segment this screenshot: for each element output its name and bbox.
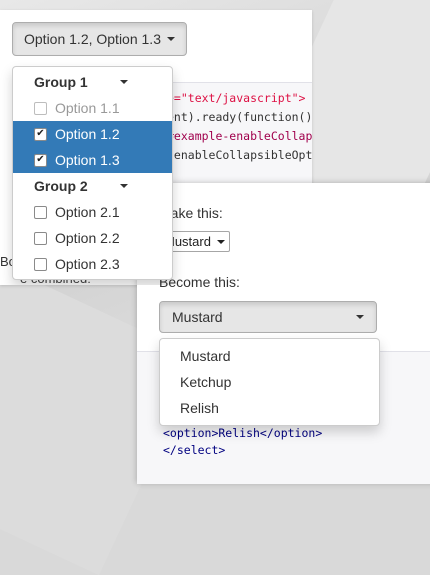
code-line: ent).ready(function()	[167, 110, 312, 124]
checkbox-icon[interactable]	[34, 231, 47, 245]
checkbox-icon[interactable]: ✔	[34, 153, 47, 167]
multiselect-option[interactable]: Option 2.1	[13, 199, 172, 225]
checkbox-icon[interactable]	[34, 257, 47, 271]
multiselect-toggle-button[interactable]: Mustard	[159, 301, 377, 333]
option-group-header[interactable]: Group 2	[13, 173, 172, 199]
multiselect-dropdown-menu: Group 1 Option 1.1 ✔ Option 1.2 ✔ Option 1.3 G…	[12, 66, 173, 280]
code-line: </select>	[163, 443, 226, 457]
multiselect-option: Option 1.1	[13, 95, 172, 121]
dropdown-option[interactable]: Ketchup	[160, 369, 379, 395]
option-group-label: Group 2	[34, 178, 88, 194]
multiselect-selected-label: Mustard	[172, 309, 223, 325]
code-snippet: e="text/javascript"> ent).ready(function…	[160, 82, 312, 190]
caret-down-icon	[120, 184, 128, 188]
multiselect-option[interactable]: Option 2.2	[13, 225, 172, 251]
multiselect-option-label: Option 1.1	[55, 100, 120, 116]
caret-down-icon	[166, 37, 175, 41]
multiselect-option-label: Option 1.2	[55, 126, 120, 142]
multiselect-option[interactable]: ✔ Option 1.2	[13, 121, 172, 147]
option-group-label: Group 1	[34, 74, 88, 90]
checkbox-icon[interactable]	[34, 205, 47, 219]
checkbox-icon	[34, 101, 47, 115]
code-line: enableCollapsibleOpt	[167, 148, 312, 162]
option-group-header[interactable]: Group 1	[13, 69, 172, 95]
multiselect-option-label: Option 2.1	[55, 204, 120, 220]
checkmark-icon: ✔	[36, 154, 45, 165]
multiselect-option[interactable]: Option 2.3	[13, 251, 172, 277]
demo-panel-simple: Make this: Mustard Become this: Mustard …	[137, 183, 430, 484]
checkmark-icon: ✔	[36, 128, 45, 139]
multiselect-option-label: Option 2.2	[55, 230, 120, 246]
caret-down-icon	[356, 315, 364, 319]
multiselect-option-label: Option 2.3	[55, 256, 120, 272]
multiselect-option-label: Option 1.3	[55, 152, 120, 168]
dropdown-option[interactable]: Relish	[160, 395, 379, 421]
checkbox-icon[interactable]: ✔	[34, 127, 47, 141]
multiselect-toggle-button[interactable]: Option 1.2, Option 1.3	[12, 22, 187, 56]
multiselect-dropdown-menu: Mustard Ketchup Relish	[159, 338, 380, 426]
multiselect-selected-label: Option 1.2, Option 1.3	[24, 31, 161, 47]
caret-down-icon	[120, 80, 128, 84]
multiselect-option[interactable]: ✔ Option 1.3	[13, 147, 172, 173]
dropdown-option[interactable]: Mustard	[160, 343, 379, 369]
caret-down-icon	[216, 239, 225, 244]
code-line: e="text/javascript">	[167, 91, 306, 105]
code-line: #example-enableCollap	[167, 129, 312, 143]
code-line: <option>Relish</option>	[163, 426, 323, 440]
